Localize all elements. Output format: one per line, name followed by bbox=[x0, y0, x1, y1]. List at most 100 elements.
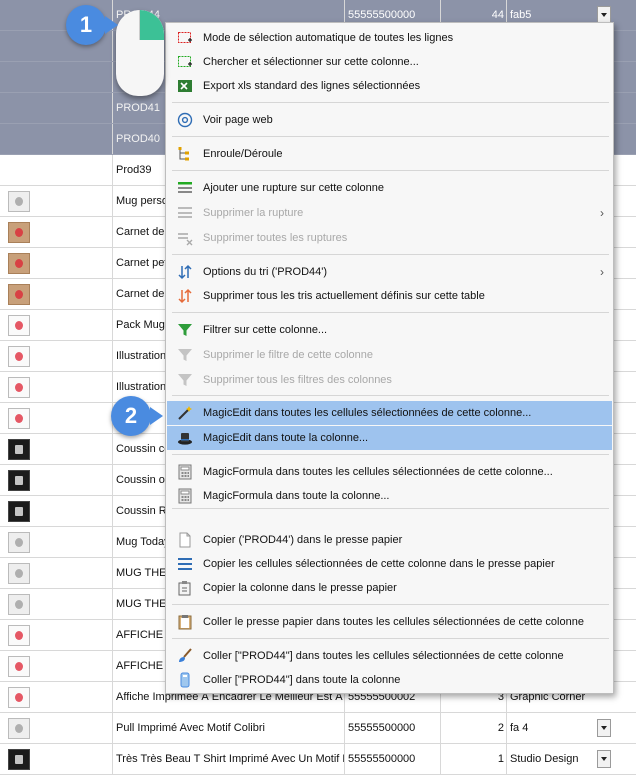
product-thumbnail bbox=[8, 656, 30, 677]
ean-cell[interactable]: 55555500000 bbox=[345, 713, 441, 743]
dropdown-arrow-icon[interactable] bbox=[597, 719, 611, 737]
blank-cell[interactable] bbox=[40, 682, 113, 712]
blank-cell[interactable] bbox=[40, 372, 113, 402]
menu-item-label: Supprimer tous les filtres des colonnes bbox=[203, 374, 392, 386]
blank-cell[interactable] bbox=[40, 310, 113, 340]
blank-cell[interactable] bbox=[40, 496, 113, 526]
menu-item[interactable]: Filtrer sur cette colonne... bbox=[167, 318, 612, 342]
menu-item[interactable]: MagicFormula dans toutes les cellules sé… bbox=[167, 460, 612, 484]
menu-item-label: Supprimer tous les tris actuellement déf… bbox=[203, 290, 485, 302]
blank-cell[interactable] bbox=[40, 589, 113, 619]
blank-cell[interactable] bbox=[40, 403, 113, 433]
thumbnail-cell[interactable] bbox=[0, 682, 40, 712]
blank-cell[interactable] bbox=[40, 465, 113, 495]
thumbnail-cell[interactable] bbox=[0, 403, 40, 433]
callout-badge-1: 1 bbox=[66, 5, 118, 45]
menu-item[interactable]: Chercher et sélectionner sur cette colon… bbox=[167, 50, 612, 74]
thumbnail-cell[interactable] bbox=[0, 744, 40, 774]
name-cell[interactable]: Très Très Beau T Shirt Imprimé Avec Un M… bbox=[113, 744, 345, 774]
thumbnail-cell[interactable] bbox=[0, 620, 40, 650]
supplier-cell[interactable]: Studio Design bbox=[507, 744, 597, 774]
blank-cell[interactable] bbox=[40, 651, 113, 681]
menu-item[interactable]: Enroule/Déroule bbox=[167, 142, 612, 166]
blank-cell[interactable] bbox=[40, 124, 113, 154]
product-thumbnail bbox=[8, 253, 30, 274]
product-thumbnail bbox=[8, 346, 30, 367]
menu-item[interactable]: Mode de sélection automatique de toutes … bbox=[167, 26, 612, 50]
thumbnail-cell[interactable] bbox=[0, 186, 40, 216]
search-select-icon bbox=[177, 54, 193, 70]
menu-item[interactable]: Voir page web bbox=[167, 108, 612, 132]
blank-cell[interactable] bbox=[40, 558, 113, 588]
menu-item[interactable]: MagicEdit dans toute la colonne... bbox=[167, 426, 612, 450]
menu-item-label: Supprimer toutes les ruptures bbox=[203, 232, 348, 244]
table-row[interactable]: Pull Imprimé Avec Motif Colibri 555555000… bbox=[0, 713, 636, 744]
menu-separator bbox=[172, 136, 609, 137]
copy-icon bbox=[177, 532, 193, 548]
blank-cell[interactable] bbox=[40, 217, 113, 247]
thumbnail-cell[interactable] bbox=[0, 62, 40, 92]
thumbnail-cell[interactable] bbox=[0, 93, 40, 123]
blank-cell[interactable] bbox=[40, 434, 113, 464]
thumbnail-cell[interactable] bbox=[0, 0, 40, 30]
menu-item[interactable]: MagicFormula dans toute la colonne... bbox=[167, 484, 612, 508]
quantity-cell[interactable]: 2 bbox=[441, 713, 507, 743]
product-thumbnail bbox=[8, 563, 30, 584]
menu-separator bbox=[172, 170, 609, 171]
thumbnail-cell[interactable] bbox=[0, 248, 40, 278]
thumbnail-cell[interactable] bbox=[0, 124, 40, 154]
menu-item[interactable]: Copier la colonne dans le presse papier bbox=[167, 576, 612, 600]
name-cell[interactable]: Pull Imprimé Avec Motif Colibri bbox=[113, 713, 345, 743]
thumbnail-cell[interactable] bbox=[0, 465, 40, 495]
menu-item[interactable]: MagicEdit dans toutes les cellules sélec… bbox=[167, 401, 612, 425]
menu-item[interactable]: Coller le presse papier dans toutes les … bbox=[167, 610, 612, 634]
blank-cell[interactable] bbox=[40, 744, 113, 774]
menu-item: Supprimer tous les filtres des colonnes bbox=[167, 368, 612, 392]
thumbnail-cell[interactable] bbox=[0, 310, 40, 340]
thumbnail-cell[interactable] bbox=[0, 434, 40, 464]
blank-cell[interactable] bbox=[40, 279, 113, 309]
menu-item[interactable]: Supprimer tous les tris actuellement déf… bbox=[167, 284, 612, 308]
blank-cell[interactable] bbox=[40, 93, 113, 123]
menu-item-label: Copier les cellules sélectionnées de cet… bbox=[203, 558, 555, 570]
menu-separator bbox=[172, 312, 609, 313]
thumbnail-cell[interactable] bbox=[0, 651, 40, 681]
thumbnail-cell[interactable] bbox=[0, 217, 40, 247]
magic-hat-icon bbox=[177, 430, 193, 446]
menu-item[interactable]: Coller ["PROD44"] dans toutes les cellul… bbox=[167, 644, 612, 668]
blank-cell[interactable] bbox=[40, 713, 113, 743]
menu-item[interactable]: Coller ["PROD44"] dans toute la colonne bbox=[167, 668, 612, 692]
product-thumbnail bbox=[8, 470, 30, 491]
blank-cell[interactable] bbox=[40, 155, 113, 185]
thumbnail-cell[interactable] bbox=[0, 341, 40, 371]
blank-cell[interactable] bbox=[40, 527, 113, 557]
supplier-cell[interactable]: fa 4 bbox=[507, 713, 597, 743]
menu-item[interactable]: Export xls standard des lignes sélection… bbox=[167, 74, 612, 98]
menu-item[interactable]: Copier les cellules sélectionnées de cet… bbox=[167, 552, 612, 576]
blank-cell[interactable] bbox=[40, 341, 113, 371]
thumbnail-cell[interactable] bbox=[0, 713, 40, 743]
menu-item[interactable]: Ajouter une rupture sur cette colonne bbox=[167, 176, 612, 200]
thumbnail-cell[interactable] bbox=[0, 372, 40, 402]
thumbnail-cell[interactable] bbox=[0, 496, 40, 526]
blank-cell[interactable] bbox=[40, 62, 113, 92]
callout-badge-2: 2 bbox=[111, 396, 163, 436]
quantity-cell[interactable]: 1 bbox=[441, 744, 507, 774]
thumbnail-cell[interactable] bbox=[0, 31, 40, 61]
table-row[interactable]: Très Très Beau T Shirt Imprimé Avec Un M… bbox=[0, 744, 636, 775]
product-thumbnail bbox=[8, 439, 30, 460]
blank-cell[interactable] bbox=[40, 248, 113, 278]
dropdown-arrow-icon[interactable] bbox=[597, 750, 611, 768]
blank-cell[interactable] bbox=[40, 186, 113, 216]
ean-cell[interactable]: 55555500000 bbox=[345, 744, 441, 774]
thumbnail-cell[interactable] bbox=[0, 558, 40, 588]
thumbnail-cell[interactable] bbox=[0, 589, 40, 619]
blank-cell[interactable] bbox=[40, 620, 113, 650]
menu-item-label: Export xls standard des lignes sélection… bbox=[203, 80, 421, 92]
menu-item[interactable]: Options du tri ('PROD44') › bbox=[167, 260, 612, 284]
menu-item[interactable]: Copier ('PROD44') dans le presse papier bbox=[167, 528, 612, 552]
thumbnail-cell[interactable] bbox=[0, 279, 40, 309]
thumbnail-cell[interactable] bbox=[0, 527, 40, 557]
thumbnail-cell[interactable] bbox=[0, 155, 40, 185]
remove-sort-icon bbox=[177, 288, 193, 304]
